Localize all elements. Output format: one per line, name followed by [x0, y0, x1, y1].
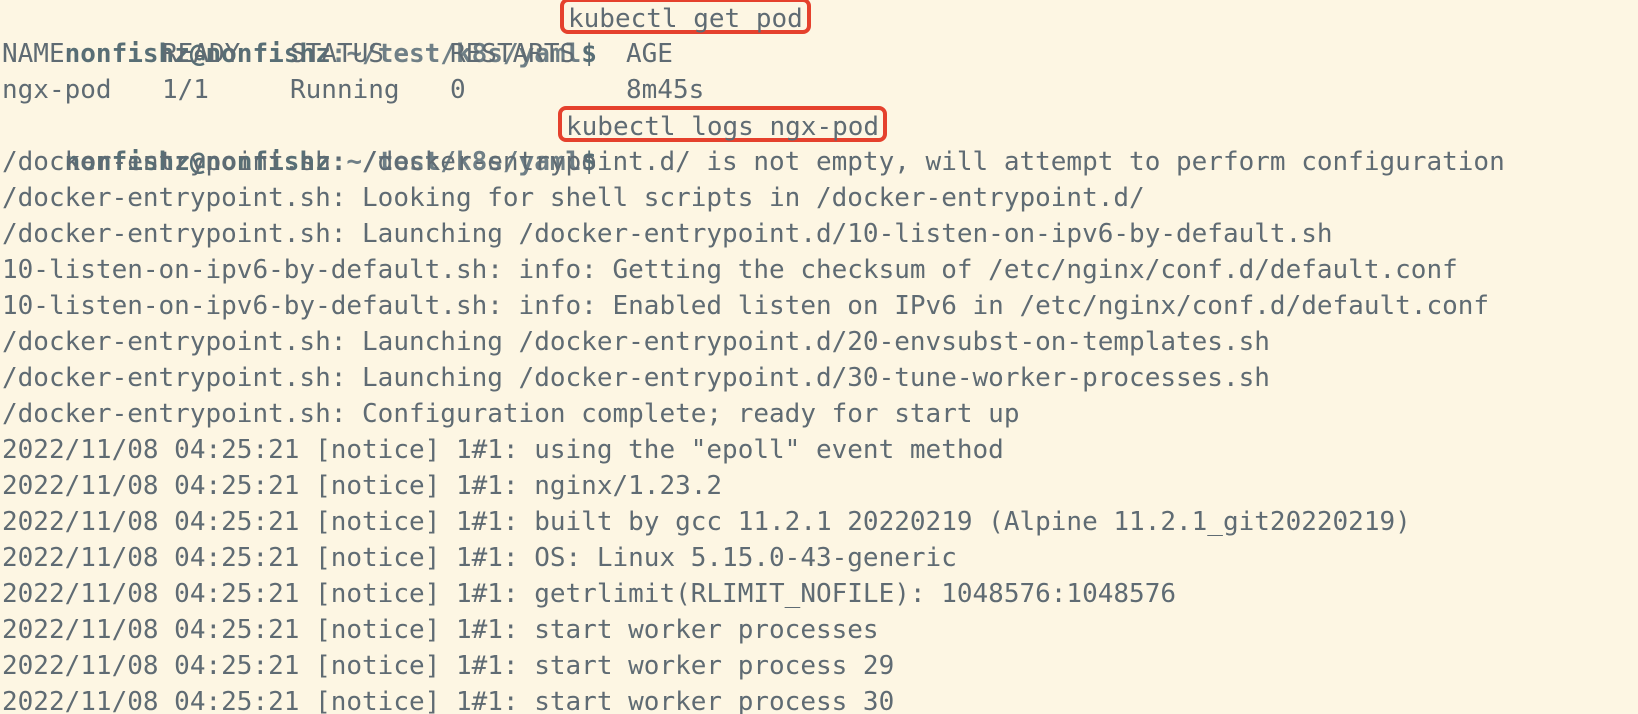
- header-ready: READY: [162, 39, 241, 69]
- log-line: 2022/11/08 04:25:21 [notice] 1#1: using …: [2, 435, 1004, 465]
- prompt-line-1: nonfishz@nonfishz:~/test/k8s/yaml$ kubec…: [2, 0, 811, 69]
- header-age: AGE: [626, 39, 673, 69]
- cell-name: ngx-pod: [2, 75, 112, 105]
- log-line: 2022/11/08 04:25:21 [notice] 1#1: getrli…: [2, 579, 1176, 609]
- header-status: STATUS: [290, 39, 384, 69]
- log-line: 2022/11/08 04:25:21 [notice] 1#1: nginx/…: [2, 471, 723, 501]
- prompt-symbol: $: [581, 39, 597, 69]
- header-name: NAME: [2, 39, 65, 69]
- command-highlight-logs: kubectl logs ngx-pod: [558, 106, 888, 142]
- pod-table-row: ngx-pod 1/1 Running 0 8m45s: [2, 72, 704, 108]
- cell-status: Running: [290, 75, 400, 105]
- log-line: /docker-entrypoint.sh: Looking for shell…: [2, 183, 1145, 213]
- prompt-line-2: nonfishz@nonfishz:~/test/k8s/yaml$ kubec…: [2, 106, 888, 177]
- cell-restarts: 0: [450, 75, 466, 105]
- log-line: /docker-entrypoint.sh: Launching /docker…: [2, 363, 1270, 393]
- header-restarts: RESTARTS: [450, 39, 576, 69]
- log-line: 2022/11/08 04:25:21 [notice] 1#1: start …: [2, 615, 879, 645]
- cell-ready: 1/1: [162, 75, 209, 105]
- cell-age: 8m45s: [626, 75, 705, 105]
- log-line: 2022/11/08 04:25:21 [notice] 1#1: start …: [2, 651, 895, 681]
- log-line: 10-listen-on-ipv6-by-default.sh: info: E…: [2, 291, 1490, 321]
- log-line: /docker-entrypoint.sh: Launching /docker…: [2, 219, 1333, 249]
- log-line: 2022/11/08 04:25:21 [notice] 1#1: start …: [2, 687, 895, 714]
- log-line: /docker-entrypoint.sh: Configuration com…: [2, 399, 1020, 429]
- command-highlight-get-pod: kubectl get pod: [560, 0, 811, 34]
- terminal-window[interactable]: nonfishz@nonfishz:~/test/k8s/yaml$ kubec…: [0, 0, 1638, 714]
- log-line: 2022/11/08 04:25:21 [notice] 1#1: built …: [2, 507, 1411, 537]
- pod-table-header: NAME READY STATUS RESTARTS AGE: [2, 36, 673, 72]
- log-line: 2022/11/08 04:25:21 [notice] 1#1: OS: Li…: [2, 543, 957, 573]
- log-line: /docker-entrypoint.sh: /docker-entrypoin…: [2, 147, 1505, 177]
- log-line: /docker-entrypoint.sh: Launching /docker…: [2, 327, 1270, 357]
- log-line: 10-listen-on-ipv6-by-default.sh: info: G…: [2, 255, 1458, 285]
